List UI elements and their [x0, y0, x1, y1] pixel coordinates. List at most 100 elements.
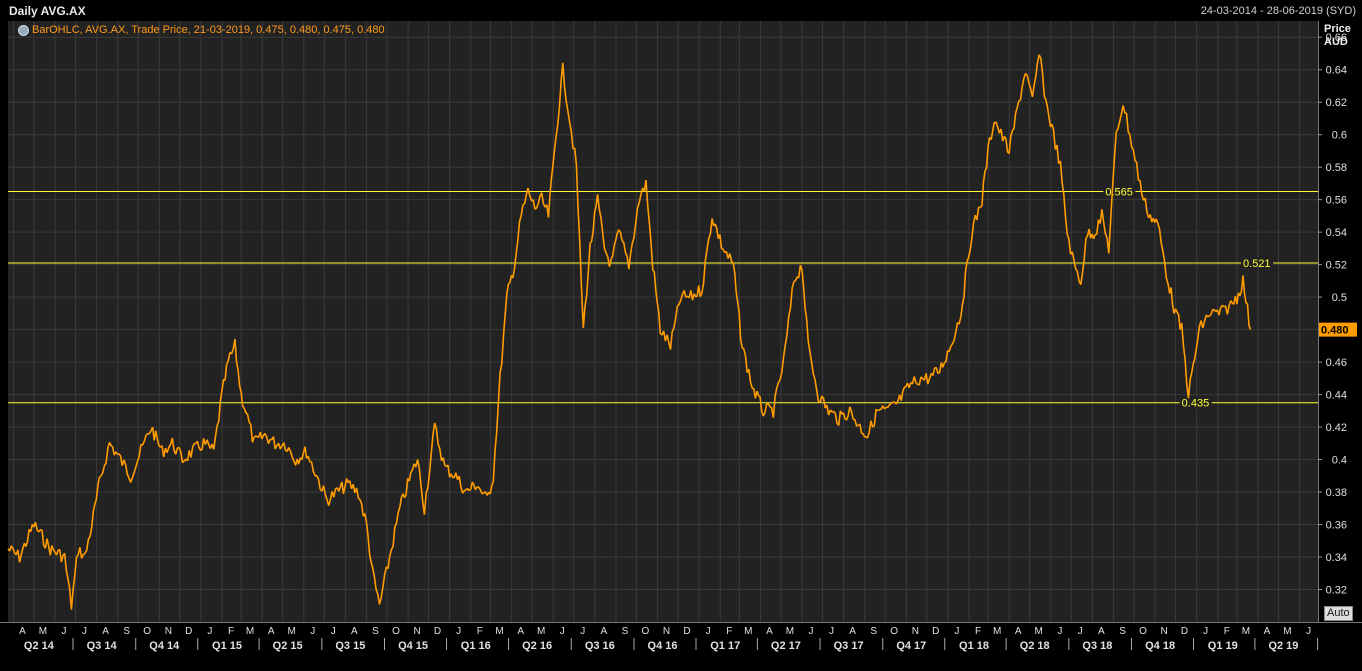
legend-text: BarOHLC, AVG.AX, Trade Price, 21-03-2019…	[32, 24, 385, 36]
y-axis-labels: 0.320.340.360.380.40.420.440.460.480.50.…	[1318, 32, 1357, 597]
month-label: N	[413, 626, 420, 637]
month-label: A	[19, 626, 26, 637]
month-label: J	[580, 626, 585, 637]
month-label: J	[456, 626, 461, 637]
price-line	[7, 54, 1252, 610]
quarter-label: Q4 17	[896, 640, 926, 652]
month-label: S	[123, 626, 130, 637]
month-label: M	[495, 626, 503, 637]
y-tick-label: 0.5	[1332, 292, 1347, 304]
month-label: F	[975, 626, 981, 637]
month-label: J	[62, 626, 67, 637]
y-tick-label: 0.38	[1326, 487, 1347, 499]
quarter-label: Q3 14	[87, 640, 118, 652]
month-label: S	[1119, 626, 1126, 637]
month-label: F	[1224, 626, 1230, 637]
axis-title-currency: AUD	[1324, 36, 1348, 48]
auto-scale-button[interactable]: Auto	[1324, 606, 1353, 621]
month-label: A	[766, 626, 773, 637]
month-label: D	[1181, 626, 1188, 637]
series-legend[interactable]: BarOHLC, AVG.AX, Trade Price, 21-03-2019…	[18, 24, 385, 36]
quarter-label: Q4 16	[648, 640, 678, 652]
clock-icon	[18, 24, 29, 36]
quarter-label: Q2 15	[273, 640, 303, 652]
month-label: J	[1203, 626, 1208, 637]
month-label: O	[392, 626, 400, 637]
axis-unit-title: Price AUD	[1324, 23, 1351, 49]
quarter-label: Q1 15	[212, 640, 242, 652]
month-label: J	[560, 626, 565, 637]
quarter-label: Q2 16	[522, 640, 552, 652]
month-label: D	[683, 626, 690, 637]
level-label: 0.565	[1105, 187, 1133, 199]
month-label: J	[1078, 626, 1083, 637]
month-label: J	[310, 626, 315, 637]
month-label: N	[663, 626, 670, 637]
quarter-label: Q3 18	[1082, 640, 1112, 652]
y-tick-label: 0.32	[1326, 585, 1347, 597]
month-label: M	[288, 626, 296, 637]
quarter-label: Q2 18	[1020, 640, 1050, 652]
quarter-label: Q2 17	[771, 640, 801, 652]
month-label: J	[207, 626, 212, 637]
y-tick-label: 0.6	[1332, 130, 1347, 142]
month-label: O	[642, 626, 650, 637]
month-label: N	[1160, 626, 1167, 637]
price-chart[interactable]: 0.565 0.521 0.435 0.32 0.34 0.36 0.38 0.4 0.42 0…	[0, 0, 1362, 670]
month-label: O	[143, 626, 151, 637]
quarter-label: Q3 15	[335, 640, 365, 652]
quarter-label: Q1 18	[959, 640, 989, 652]
x-axis-labels: A M Q2 14 J J A Q3 14 S O N Q4 14 D J F Q1 15 M A M Q2 15 J…	[19, 626, 1319, 652]
month-label: F	[477, 626, 483, 637]
month-label: J	[954, 626, 959, 637]
y-tick-label: 0.54	[1326, 227, 1347, 239]
quarter-label: Q1 17	[710, 640, 740, 652]
month-label: J	[331, 626, 336, 637]
price-series	[7, 54, 1252, 610]
y-tick-label: 0.44	[1326, 390, 1347, 402]
month-label: A	[1264, 626, 1271, 637]
y-tick-label: 0.58	[1326, 162, 1347, 174]
quarter-label: Q3 16	[585, 640, 615, 652]
y-tick-label: 0.52	[1326, 260, 1347, 272]
month-label: S	[870, 626, 877, 637]
quarter-label: Q1 16	[461, 640, 491, 652]
month-label: J	[809, 626, 814, 637]
month-label: M	[246, 626, 254, 637]
month-label: A	[601, 626, 608, 637]
level-label: 0.435	[1182, 398, 1210, 410]
month-label: M	[1283, 626, 1291, 637]
quarter-label: Q2 19	[1268, 640, 1298, 652]
month-label: O	[1139, 626, 1147, 637]
y-tick-label: 0.42	[1326, 422, 1347, 434]
month-label: M	[993, 626, 1001, 637]
month-label: A	[268, 626, 275, 637]
month-label: J	[706, 626, 711, 637]
month-label: S	[372, 626, 379, 637]
month-label: M	[1242, 626, 1250, 637]
month-label: A	[1098, 626, 1105, 637]
month-label: M	[1035, 626, 1043, 637]
month-label: A	[849, 626, 856, 637]
quarter-label: Q3 17	[834, 640, 864, 652]
quarter-label: Q4 15	[398, 640, 428, 652]
month-label: F	[228, 626, 234, 637]
month-label: N	[165, 626, 172, 637]
y-tick-label: 0.36	[1326, 520, 1347, 532]
month-label: J	[1306, 626, 1311, 637]
month-label: A	[517, 626, 524, 637]
month-label: M	[537, 626, 545, 637]
quarter-label: Q2 14	[24, 640, 55, 652]
y-tick-label: 0.4	[1332, 455, 1347, 467]
quarter-label: Q4 14	[149, 640, 180, 652]
y-tick-label: 0.34	[1326, 552, 1347, 564]
month-label: A	[102, 626, 109, 637]
month-label: D	[932, 626, 939, 637]
last-price-label: 0.480	[1321, 325, 1349, 337]
month-label: J	[82, 626, 87, 637]
y-tick-label: 0.56	[1326, 195, 1347, 207]
quarter-label: Q4 18	[1145, 640, 1175, 652]
month-label: D	[185, 626, 192, 637]
month-label: M	[39, 626, 47, 637]
month-label: O	[890, 626, 898, 637]
